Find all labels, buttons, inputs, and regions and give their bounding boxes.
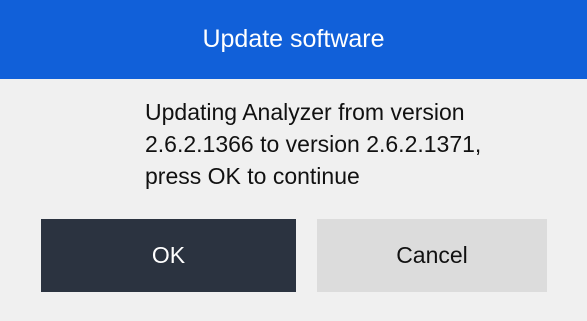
message-line-1: Updating Analyzer from version	[145, 99, 465, 125]
dialog-message: Updating Analyzer from version 2.6.2.136…	[145, 96, 565, 192]
message-line-2: 2.6.2.1366 to version 2.6.2.1371,	[145, 131, 482, 157]
dialog-title: Update software	[0, 0, 587, 79]
ok-button[interactable]: OK	[41, 219, 296, 292]
update-software-dialog: Update software Updating Analyzer from v…	[0, 0, 587, 321]
message-line-3: press OK to continue	[145, 163, 360, 189]
cancel-button[interactable]: Cancel	[317, 219, 547, 292]
